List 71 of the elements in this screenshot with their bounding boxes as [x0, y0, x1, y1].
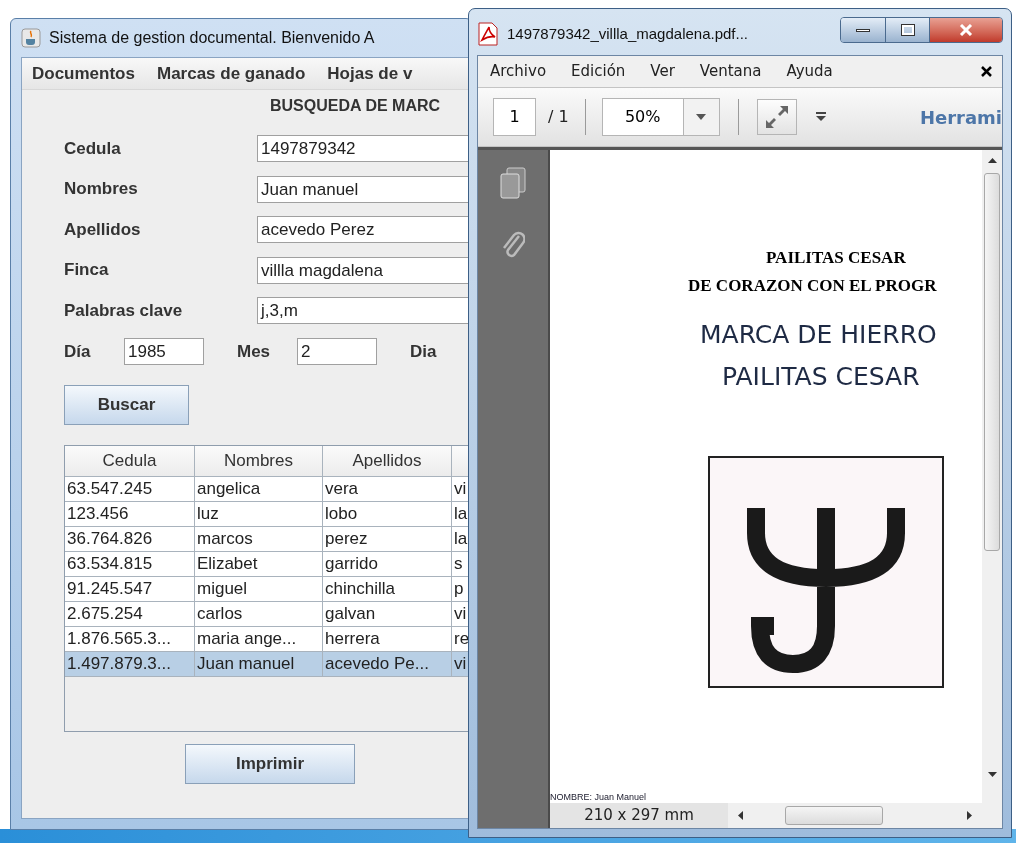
- text-field[interactable]: j,3,m: [257, 297, 470, 324]
- scroll-down-arrow-icon[interactable]: [987, 772, 997, 777]
- close-icon: [959, 24, 973, 36]
- document-title: PAILITAS CESAR: [722, 361, 920, 393]
- table-row[interactable]: 1.497.879.3... Juan manuel acevedo Pe... vi: [65, 652, 470, 677]
- vertical-scrollbar[interactable]: [982, 150, 1002, 803]
- field-label: Cedula: [64, 137, 122, 160]
- field-label: Nombres: [64, 178, 139, 201]
- document-heading-text: PAILITAS CESAR: [766, 247, 906, 269]
- text-field[interactable]: villla magdalena: [257, 256, 470, 284]
- document-title: MARCA DE HIERRO: [700, 319, 937, 351]
- table-row[interactable]: 91.245.547 miguel chinchilla p: [65, 577, 470, 602]
- field-label: Apellidos: [64, 218, 142, 241]
- scroll-up-arrow-icon[interactable]: [987, 158, 997, 163]
- column-header[interactable]: Nombres: [195, 446, 323, 477]
- scroll-right-arrow-icon[interactable]: [967, 811, 972, 820]
- dropdown-caret-icon[interactable]: [814, 112, 827, 122]
- maximize-button[interactable]: [886, 18, 930, 42]
- document-footer: NOMBRE: Juan Manuel: [550, 791, 982, 803]
- pdf-file-icon: [477, 22, 499, 46]
- menu-item[interactable]: Ver: [650, 60, 675, 83]
- menu-item[interactable]: Ventana: [699, 60, 762, 83]
- close-button[interactable]: [930, 18, 1002, 42]
- page-number-field[interactable]: 1: [493, 98, 536, 136]
- column-header[interactable]: Apellidos: [323, 446, 452, 477]
- table-row[interactable]: 63.534.815 Elizabet garrido s: [65, 552, 470, 577]
- search-button[interactable]: Buscar: [64, 385, 189, 425]
- text-field[interactable]: Juan manuel: [257, 175, 470, 203]
- scroll-thumb[interactable]: [984, 173, 1000, 551]
- scroll-left-arrow-icon[interactable]: [738, 811, 743, 820]
- field-label: Dia: [410, 340, 438, 363]
- field-label: Palabras clave: [64, 299, 184, 322]
- window-title: Sistema de gestion documental. Bienvenido A: [49, 28, 375, 48]
- page-total: / 1: [548, 106, 569, 128]
- zoom-select[interactable]: 50%: [601, 98, 720, 136]
- table-row[interactable]: 36.764.826 marcos perez la: [65, 527, 470, 552]
- table-row[interactable]: 123.456 luz lobo la: [65, 502, 470, 527]
- text-field[interactable]: acevedo Perez: [257, 216, 470, 243]
- table-cell: Juan manuel: [195, 652, 323, 677]
- print-button[interactable]: Imprimir: [185, 744, 355, 784]
- table-cell: acevedo Pe...: [323, 652, 452, 677]
- text-field[interactable]: 1497879342: [257, 135, 470, 162]
- column-header[interactable]: Cedula: [65, 446, 195, 477]
- scroll-thumb[interactable]: [785, 806, 883, 825]
- tools-link[interactable]: Herrami: [919, 103, 1002, 131]
- page-size-label: 210 x 297 mm: [550, 803, 728, 828]
- menu-item[interactable]: Documentos: [32, 60, 135, 87]
- menu-item[interactable]: Archivo: [490, 60, 547, 83]
- field-label: Día: [64, 340, 92, 363]
- table-row[interactable]: 1.876.565.3... maria ange... herrera re: [65, 627, 470, 652]
- fit-page-button[interactable]: [756, 99, 797, 135]
- field-label: Mes: [237, 340, 272, 363]
- menu-item[interactable]: Ayuda: [786, 60, 833, 83]
- pages-icon[interactable]: [498, 166, 528, 200]
- document-heading-text: DE CORAZON CON EL PROGR: [688, 275, 937, 297]
- menu-item[interactable]: Edición: [571, 60, 626, 83]
- menu-item[interactable]: Marcas de ganado: [156, 60, 306, 87]
- form-heading: BUSQUEDA DE MARC: [270, 96, 442, 116]
- text-field[interactable]: 1985: [124, 338, 204, 365]
- minimize-button[interactable]: [841, 18, 886, 42]
- coffee-cup-icon: [21, 28, 41, 48]
- close-icon[interactable]: [981, 66, 992, 77]
- table-row[interactable]: 2.675.254 carlos galvan vi: [65, 602, 470, 627]
- caret-icon: [696, 114, 707, 120]
- table-row[interactable]: 63.547.245 angelica vera vi: [65, 477, 470, 502]
- table-cell: 1.497.879.3...: [65, 652, 195, 677]
- window-title: 1497879342_villla_magdalena.pdf...: [507, 23, 749, 44]
- menu-item[interactable]: Hojas de v: [327, 60, 413, 87]
- zoom-value: 50%: [623, 106, 662, 128]
- field-label: Finca: [64, 259, 110, 282]
- text-field[interactable]: 2: [297, 338, 377, 365]
